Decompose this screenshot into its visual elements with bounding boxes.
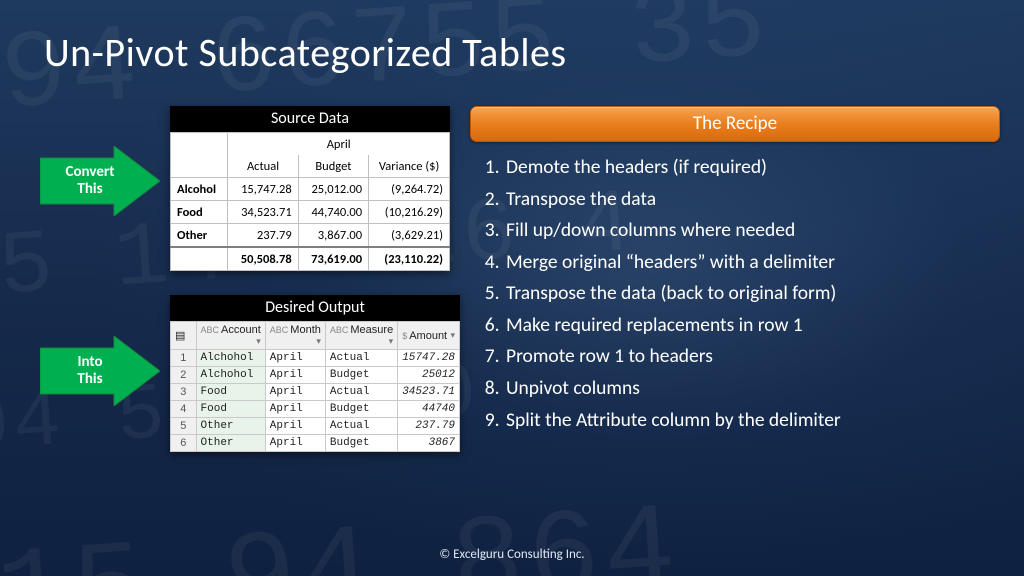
- table-row: 5 Other April Actual 237.79: [171, 418, 460, 435]
- table-total-row: 50,508.78 73,619.00 (23,110.22): [171, 247, 450, 271]
- desired-output-table: ▤ ABCAccount▾ ABCMonth▾ ABCMeasure▾ $Amo…: [170, 321, 460, 452]
- list-item: Transpose the data: [504, 184, 1000, 216]
- col-account: ABCAccount▾: [196, 322, 265, 350]
- table-row: 4 Food April Budget 44740: [171, 401, 460, 418]
- convert-arrow-label: Convert This: [66, 164, 135, 199]
- desired-output-title: Desired Output: [170, 295, 460, 321]
- col-amount: $Amount▾: [398, 322, 460, 350]
- recipe-panel: The Recipe Demote the headers (if requir…: [470, 106, 1000, 436]
- table-row: Food 34,523.71 44,740.00 (10,216.29): [171, 201, 450, 224]
- list-item: Merge original “headers” with a delimite…: [504, 247, 1000, 279]
- list-item: Fill up/down columns where needed: [504, 215, 1000, 247]
- list-item: Make required replacements in row 1: [504, 310, 1000, 342]
- source-col-actual: Actual: [228, 155, 298, 178]
- source-data-panel: Source Data April Actual Budget Variance…: [170, 106, 450, 271]
- col-month: ABCMonth▾: [265, 322, 325, 350]
- list-item: Promote row 1 to headers: [504, 341, 1000, 373]
- row-gutter-header: ▤: [171, 322, 197, 350]
- col-measure: ABCMeasure▾: [325, 322, 397, 350]
- list-item: Split the Attribute column by the delimi…: [504, 405, 1000, 437]
- footer-copyright: © Excelguru Consulting Inc.: [0, 547, 1024, 562]
- source-month-header: April: [228, 133, 450, 156]
- table-row: 3 Food April Actual 34523.71: [171, 384, 460, 401]
- recipe-steps: Demote the headers (if required) Transpo…: [478, 152, 1000, 436]
- source-col-variance: Variance ($): [369, 155, 450, 178]
- source-data-table: April Actual Budget Variance ($) Alcohol…: [170, 132, 450, 271]
- slide: 94 66755 35 35 14 2826 4 04 57905 0 115 …: [0, 0, 1024, 576]
- source-data-title: Source Data: [170, 106, 450, 132]
- desired-output-panel: Desired Output ▤ ABCAccount▾ ABCMonth▾ A…: [170, 295, 460, 452]
- convert-arrow: Convert This: [40, 146, 160, 216]
- table-row: 1 Alchohol April Actual 15747.28: [171, 350, 460, 367]
- into-arrow-label: Into This: [77, 354, 122, 389]
- page-title: Un-Pivot Subcategorized Tables: [44, 28, 567, 77]
- table-row: Other 237.79 3,867.00 (3,629.21): [171, 224, 450, 248]
- table-row: Alcohol 15,747.28 25,012.00 (9,264.72): [171, 178, 450, 201]
- list-item: Unpivot columns: [504, 373, 1000, 405]
- list-item: Transpose the data (back to original for…: [504, 278, 1000, 310]
- table-row: 2 Alchohol April Budget 25012: [171, 367, 460, 384]
- table-row: 6 Other April Budget 3867: [171, 435, 460, 452]
- into-arrow: Into This: [40, 336, 160, 406]
- recipe-title: The Recipe: [470, 106, 1000, 142]
- source-col-budget: Budget: [298, 155, 368, 178]
- list-item: Demote the headers (if required): [504, 152, 1000, 184]
- output-header-row: ▤ ABCAccount▾ ABCMonth▾ ABCMeasure▾ $Amo…: [171, 322, 460, 350]
